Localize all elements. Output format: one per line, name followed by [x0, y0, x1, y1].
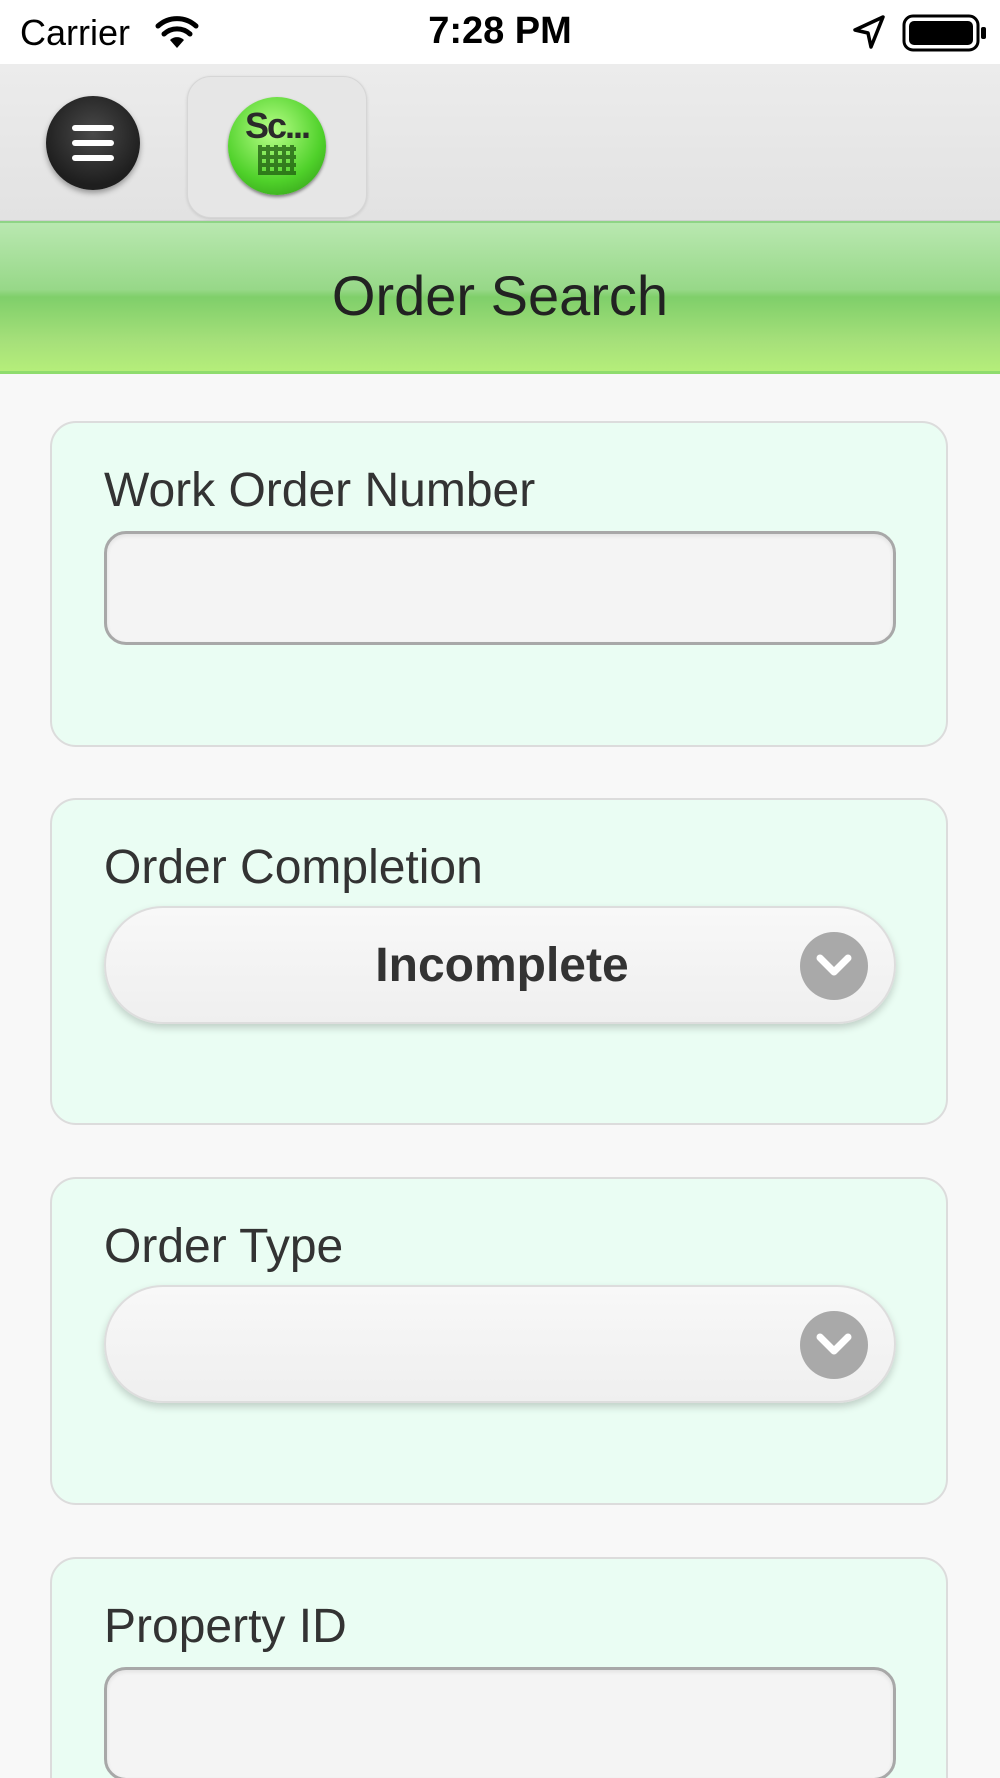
chevron-down-icon [800, 1311, 868, 1379]
battery-icon [902, 14, 988, 52]
page-title: Order Search [331, 264, 669, 327]
order-search-screen: Carrier 7:28 PM Sc... Order Search Work … [0, 0, 1000, 1778]
work-order-card: Work Order Number [50, 421, 948, 747]
work-order-input[interactable] [104, 531, 896, 645]
menu-button[interactable] [46, 96, 140, 190]
order-type-select[interactable] [104, 1285, 896, 1403]
property-id-label: Property ID [104, 1600, 347, 1653]
toolbar: Sc... [0, 64, 1000, 221]
order-completion-label: Order Completion [104, 841, 483, 894]
property-id-input[interactable] [104, 1667, 896, 1778]
chevron-down-icon [800, 932, 868, 1000]
work-order-label: Work Order Number [104, 464, 536, 517]
scan-logo-button[interactable]: Sc... [187, 76, 367, 218]
location-arrow-icon [852, 14, 886, 50]
order-completion-card: Order Completion Incomplete [50, 798, 948, 1125]
status-bar: Carrier 7:28 PM [0, 0, 1000, 64]
order-completion-select[interactable]: Incomplete [104, 906, 896, 1024]
clock: 7:28 PM [428, 10, 572, 52]
scan-logo-icon: Sc... [228, 97, 326, 195]
logo-text: Sc... [244, 105, 311, 146]
order-completion-value: Incomplete [375, 939, 629, 992]
property-id-card: Property ID [50, 1557, 948, 1778]
order-type-label: Order Type [104, 1220, 344, 1273]
page-header: Order Search [0, 221, 1000, 374]
hamburger-menu-icon [72, 125, 114, 161]
qr-code-icon [258, 145, 296, 175]
order-type-card: Order Type [50, 1177, 948, 1505]
